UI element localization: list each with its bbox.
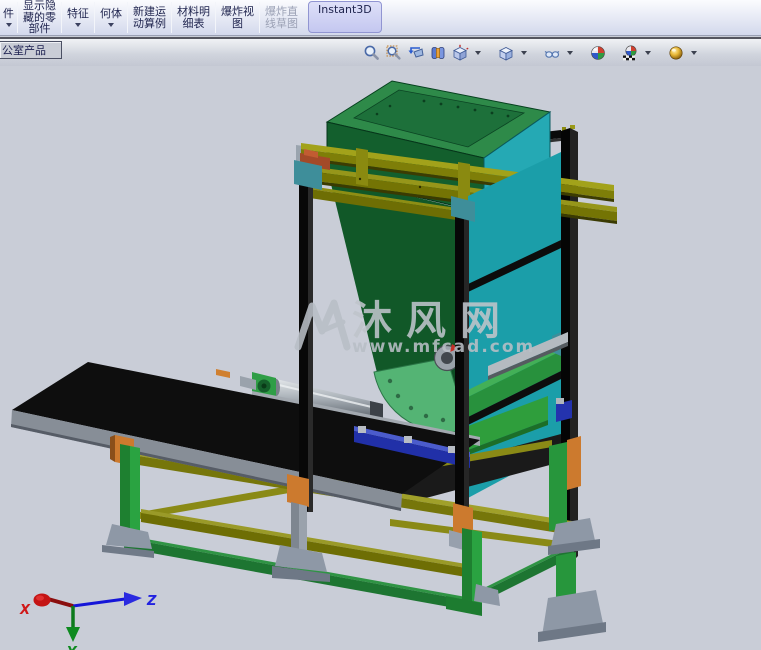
chevron-down-icon bbox=[5, 23, 12, 28]
chevron-down-icon[interactable] bbox=[521, 51, 527, 55]
explode-line-sketch-label: 爆炸直 线草图 bbox=[265, 5, 298, 30]
view-orientation-icon[interactable] bbox=[451, 44, 469, 62]
exploded-view-label: 爆炸视 图 bbox=[221, 5, 254, 30]
new-motion-study-label: 新建运 动算例 bbox=[133, 5, 166, 30]
coordinate-triad: X Z Y bbox=[19, 592, 157, 650]
triad-z-label: Z bbox=[146, 594, 157, 609]
geometry-button[interactable]: 何体 bbox=[95, 0, 127, 35]
watermark-url: www.mfcad.com bbox=[352, 337, 535, 357]
3d-viewport[interactable]: 沐风网 www.mfcad.com X Z Y bbox=[0, 66, 761, 650]
explode-line-sketch-button: 爆炸直 线草图 bbox=[260, 0, 303, 35]
bill-of-materials-button[interactable]: 材料明 细表 bbox=[172, 0, 215, 35]
show-hidden-components-label: 显示隐 藏的零 部件 bbox=[23, 0, 56, 36]
instant3d-button[interactable]: Instant3D bbox=[308, 1, 382, 33]
instant3d-label: Instant3D bbox=[318, 3, 372, 16]
triad-x-label: X bbox=[19, 603, 31, 618]
edit-appearance-icon[interactable] bbox=[589, 44, 607, 62]
new-motion-study-button[interactable]: 新建运 动算例 bbox=[128, 0, 171, 35]
show-hidden-components-button[interactable]: 显示隐 藏的零 部件 bbox=[18, 0, 61, 35]
chevron-down-icon bbox=[108, 23, 114, 28]
document-tab-label: 公室产品 bbox=[2, 44, 46, 57]
assembly-model: 沐风网 www.mfcad.com X Z Y bbox=[11, 80, 617, 650]
chevron-down-icon[interactable] bbox=[567, 51, 573, 55]
triad-y-label: Y bbox=[67, 645, 78, 650]
edit-component-label: 件 bbox=[3, 6, 14, 20]
zoom-to-area-icon[interactable] bbox=[385, 44, 403, 62]
solidworks-window: 件 显示隐 藏的零 部件 特征 何体 新建运 动算例 材料明 细表 爆炸视 图 bbox=[0, 0, 761, 650]
geometry-label: 何体 bbox=[100, 6, 122, 20]
previous-view-icon[interactable] bbox=[407, 44, 425, 62]
hide-show-items-icon[interactable] bbox=[543, 44, 561, 62]
edit-component-button[interactable]: 件 bbox=[0, 0, 17, 35]
chevron-down-icon bbox=[75, 23, 81, 28]
display-style-icon[interactable] bbox=[497, 44, 515, 62]
viewport-top-band: 公室产品 bbox=[0, 39, 761, 66]
section-view-icon[interactable] bbox=[429, 44, 447, 62]
chevron-down-icon[interactable] bbox=[645, 51, 651, 55]
chevron-down-icon[interactable] bbox=[475, 51, 481, 55]
features-label: 特征 bbox=[67, 6, 89, 20]
bill-of-materials-label: 材料明 细表 bbox=[177, 5, 210, 30]
exploded-view-button[interactable]: 爆炸视 图 bbox=[216, 0, 259, 35]
zoom-to-fit-icon[interactable] bbox=[363, 44, 381, 62]
watermark: 沐风网 www.mfcad.com bbox=[294, 298, 535, 357]
view-settings-icon[interactable] bbox=[667, 44, 685, 62]
heads-up-view-toolbar bbox=[363, 42, 699, 64]
chevron-down-icon[interactable] bbox=[691, 51, 697, 55]
apply-scene-icon[interactable] bbox=[621, 44, 639, 62]
command-manager-toolbar: 件 显示隐 藏的零 部件 特征 何体 新建运 动算例 材料明 细表 爆炸视 图 bbox=[0, 0, 761, 36]
document-tab[interactable]: 公室产品 bbox=[0, 41, 62, 59]
features-button[interactable]: 特征 bbox=[62, 0, 94, 35]
